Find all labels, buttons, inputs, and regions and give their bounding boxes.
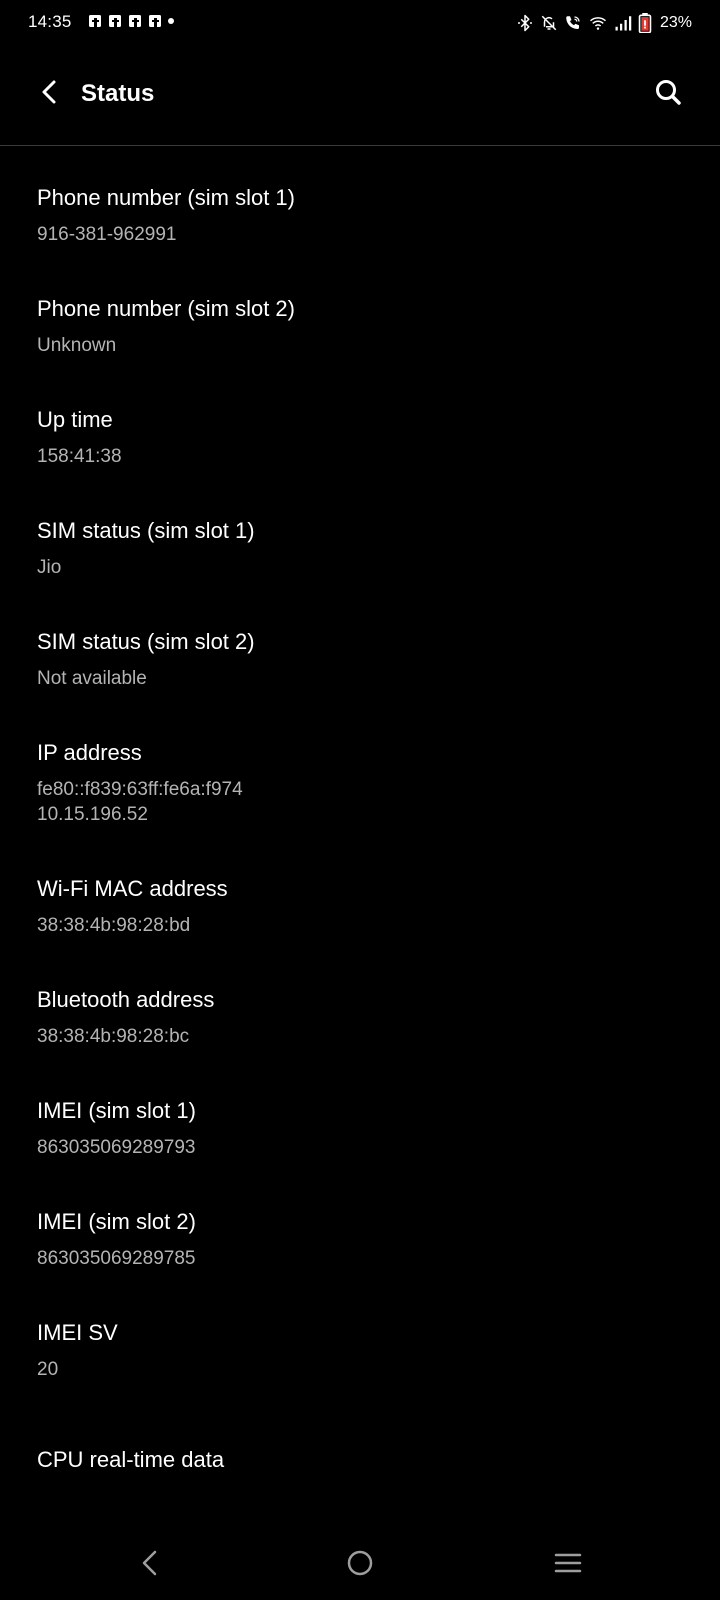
nav-back-button[interactable]: [110, 1530, 190, 1600]
more-notifications-dot-icon: [168, 18, 174, 24]
list-item-imei-sim-2[interactable]: IMEI (sim slot 2) 863035069289785: [37, 1208, 677, 1271]
system-icons: 23%: [516, 12, 692, 34]
list-item-bluetooth-address[interactable]: Bluetooth address 38:38:4b:98:28:bc: [37, 986, 677, 1049]
nav-home-icon: [346, 1549, 374, 1582]
facebook-icon: [89, 15, 101, 27]
list-item-imei-sim-1[interactable]: IMEI (sim slot 1) 863035069289793: [37, 1097, 677, 1160]
item-value: Not available: [37, 668, 147, 689]
bluetooth-icon: [516, 14, 534, 32]
battery-low-icon: [638, 13, 652, 33]
item-title: Phone number (sim slot 1): [37, 185, 295, 210]
nav-recents-button[interactable]: [528, 1530, 608, 1600]
notification-icons: [89, 15, 174, 27]
back-button[interactable]: [30, 72, 70, 116]
list-item-imei-sv[interactable]: IMEI SV 20: [37, 1319, 677, 1382]
item-value: 158:41:38: [37, 446, 122, 467]
signal-icon: [614, 14, 632, 32]
item-title: IMEI (sim slot 2): [37, 1209, 196, 1234]
item-title: Phone number (sim slot 2): [37, 296, 295, 321]
item-title: SIM status (sim slot 1): [37, 518, 255, 543]
item-title: Bluetooth address: [37, 987, 215, 1012]
status-bar: 14:35 23%: [0, 0, 720, 46]
item-title: Up time: [37, 407, 113, 432]
nav-recents-icon: [554, 1552, 582, 1579]
nav-back-icon: [140, 1550, 160, 1581]
app-bar: Status: [0, 46, 720, 146]
wifi-icon: [588, 14, 608, 32]
item-value: 38:38:4b:98:28:bd: [37, 915, 191, 936]
item-title: SIM status (sim slot 2): [37, 629, 255, 654]
item-value: 916-381-962991: [37, 224, 177, 245]
list-item-phone-number-sim-1[interactable]: Phone number (sim slot 1) 916-381-962991: [37, 184, 677, 247]
facebook-icon: [109, 15, 121, 27]
item-value: Jio: [37, 557, 62, 578]
list-item-cpu-real-time-data[interactable]: CPU real-time data: [37, 1446, 677, 1474]
nav-home-button[interactable]: [320, 1530, 400, 1600]
item-title: Wi-Fi MAC address: [37, 876, 228, 901]
list-item-wifi-mac-address[interactable]: Wi-Fi MAC address 38:38:4b:98:28:bd: [37, 875, 677, 938]
page-title: Status: [81, 80, 155, 107]
item-title: IMEI (sim slot 1): [37, 1098, 196, 1123]
list-item-phone-number-sim-2[interactable]: Phone number (sim slot 2) Unknown: [37, 295, 677, 358]
list-item-up-time[interactable]: Up time 158:41:38: [37, 406, 677, 469]
facebook-icon: [129, 15, 141, 27]
silent-icon: [540, 14, 558, 32]
item-title: IP address: [37, 740, 142, 765]
item-value: fe80::f839:63ff:fe6a:f974 10.15.196.52: [37, 779, 243, 825]
item-value: Unknown: [37, 335, 117, 356]
item-value: 863035069289785: [37, 1248, 196, 1269]
list-item-sim-status-sim-1[interactable]: SIM status (sim slot 1) Jio: [37, 517, 677, 580]
navigation-bar: [0, 1530, 720, 1600]
search-button[interactable]: [646, 72, 690, 116]
wifi-calling-icon: [564, 14, 582, 32]
item-value: 38:38:4b:98:28:bc: [37, 1026, 190, 1047]
item-value: 20: [37, 1359, 59, 1380]
app-bar-divider: [0, 145, 720, 146]
arrow-back-icon: [38, 79, 62, 110]
status-time: 14:35: [28, 12, 72, 31]
list-item-sim-status-sim-2[interactable]: SIM status (sim slot 2) Not available: [37, 628, 677, 691]
list-item-ip-address[interactable]: IP address fe80::f839:63ff:fe6a:f974 10.…: [37, 739, 677, 827]
search-icon: [654, 78, 682, 111]
facebook-icon: [149, 15, 161, 27]
item-title: CPU real-time data: [37, 1447, 225, 1472]
item-value: 863035069289793: [37, 1137, 196, 1158]
battery-percent: 23%: [659, 14, 692, 31]
item-title: IMEI SV: [37, 1320, 118, 1345]
